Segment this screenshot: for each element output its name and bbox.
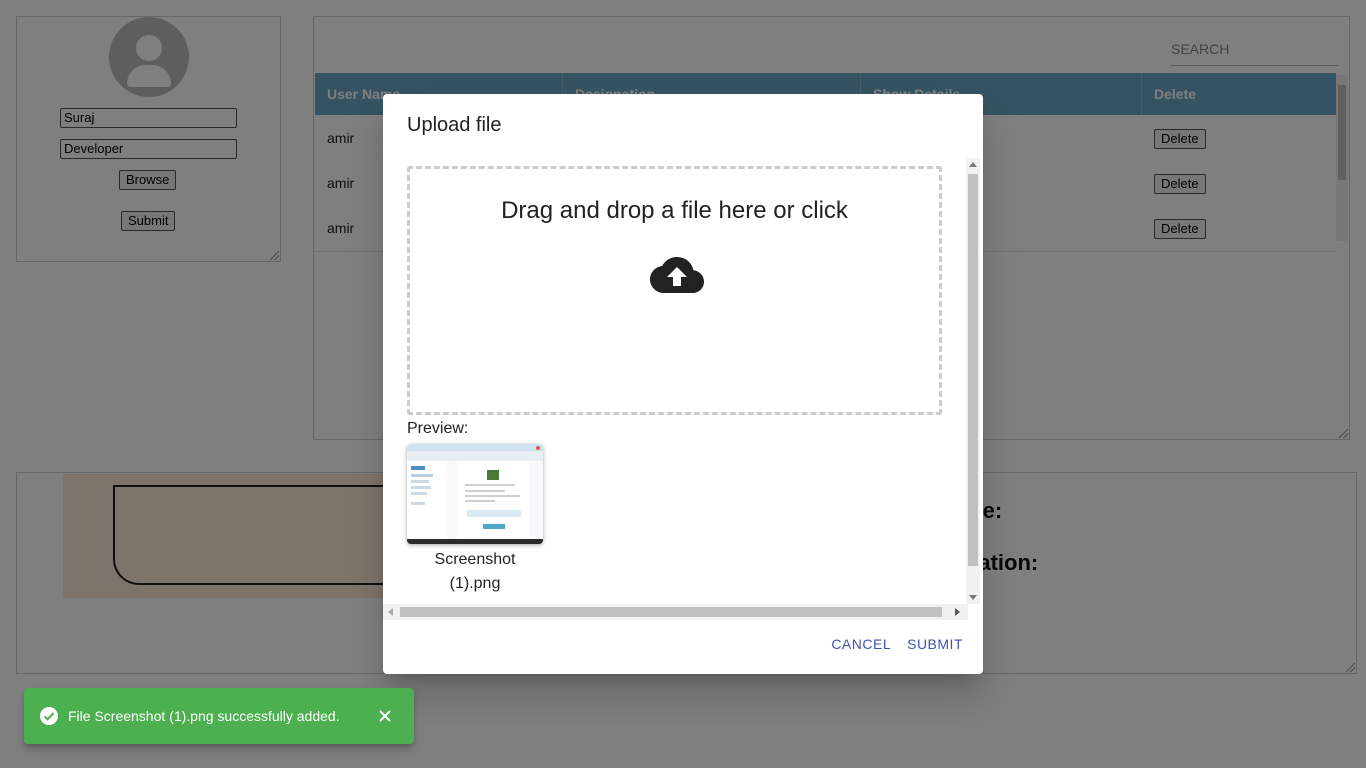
cloud-upload-icon — [650, 257, 704, 293]
file-preview-thumbnail[interactable] — [407, 444, 543, 544]
dialog-vertical-scrollbar[interactable] — [966, 158, 980, 604]
cancel-button[interactable]: CANCEL — [827, 632, 895, 656]
submit-button[interactable]: SUBMIT — [903, 632, 967, 656]
file-name-line1: Screenshot — [434, 551, 516, 568]
dialog-title: Upload file — [407, 114, 502, 136]
dropzone-text: Drag and drop a file here or click — [501, 197, 848, 224]
file-dropzone[interactable]: Drag and drop a file here or click — [407, 166, 942, 415]
preview-file-name: Screenshot (1).png — [407, 548, 543, 596]
file-name-line2: (1).png — [449, 575, 501, 592]
screenshot-thumbnail-image — [407, 444, 543, 544]
snackbar-message: File Screenshot (1).png successfully add… — [68, 708, 340, 724]
close-icon[interactable] — [377, 708, 393, 724]
dialog-horizontal-scrollbar[interactable] — [383, 604, 968, 620]
dialog-actions: CANCEL SUBMIT — [827, 632, 967, 656]
preview-label: Preview: — [407, 420, 469, 437]
check-circle-icon — [40, 707, 58, 725]
success-snackbar: File Screenshot (1).png successfully add… — [24, 688, 414, 744]
upload-dialog: Upload file Drag and drop a file here or… — [383, 94, 983, 674]
dialog-content: Drag and drop a file here or click Previ… — [383, 158, 983, 620]
